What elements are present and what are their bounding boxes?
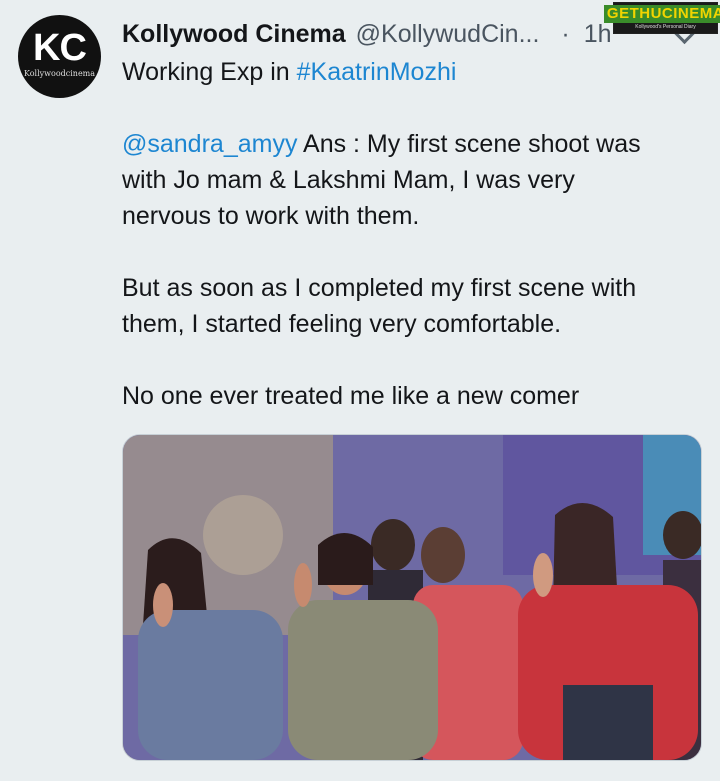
tweet-text-line: @sandra_amyy Ans : My first scene shoot … xyxy=(122,126,641,162)
author-handle[interactable]: @KollywudCin... xyxy=(356,20,540,49)
tweet-text-prefix: Working Exp in xyxy=(122,58,297,86)
avatar-logo-text: KC xyxy=(33,27,87,69)
separator-dot: · xyxy=(561,19,570,48)
tweet-text-line: with Jo mam & Lakshmi Mam, I was very xyxy=(122,166,575,194)
tweet-text: Ans : My first scene shoot was xyxy=(297,130,641,158)
watermark-text: GETHUCINEMA xyxy=(603,5,720,23)
tweet-text-line: Working Exp in #KaatrinMozhi xyxy=(122,54,456,90)
tweet-text-line: nervous to work with them. xyxy=(122,202,420,230)
watermark-subtext: Kollywood's Personal Diary xyxy=(635,24,696,30)
tweet-text-line: No one ever treated me like a new comer xyxy=(122,382,580,410)
tweet-text-line: But as soon as I completed my first scen… xyxy=(122,274,637,302)
tweet-time[interactable]: 1h xyxy=(584,20,612,49)
avatar-sub-text: Kollywoodcinema xyxy=(23,69,96,78)
mention-link[interactable]: @sandra_amyy xyxy=(122,130,297,158)
tweet-text-line: them, I started feeling very comfortable… xyxy=(122,310,562,338)
watermark-logo: GETHUCINEMA Kollywood's Personal Diary xyxy=(603,2,720,34)
author-name[interactable]: Kollywood Cinema xyxy=(122,20,346,49)
hashtag-link[interactable]: #KaatrinMozhi xyxy=(297,58,457,86)
tweet-media-image[interactable] xyxy=(122,434,702,761)
photo-illustration xyxy=(123,435,701,760)
author-avatar[interactable]: KC Kollywoodcinema xyxy=(18,15,101,98)
